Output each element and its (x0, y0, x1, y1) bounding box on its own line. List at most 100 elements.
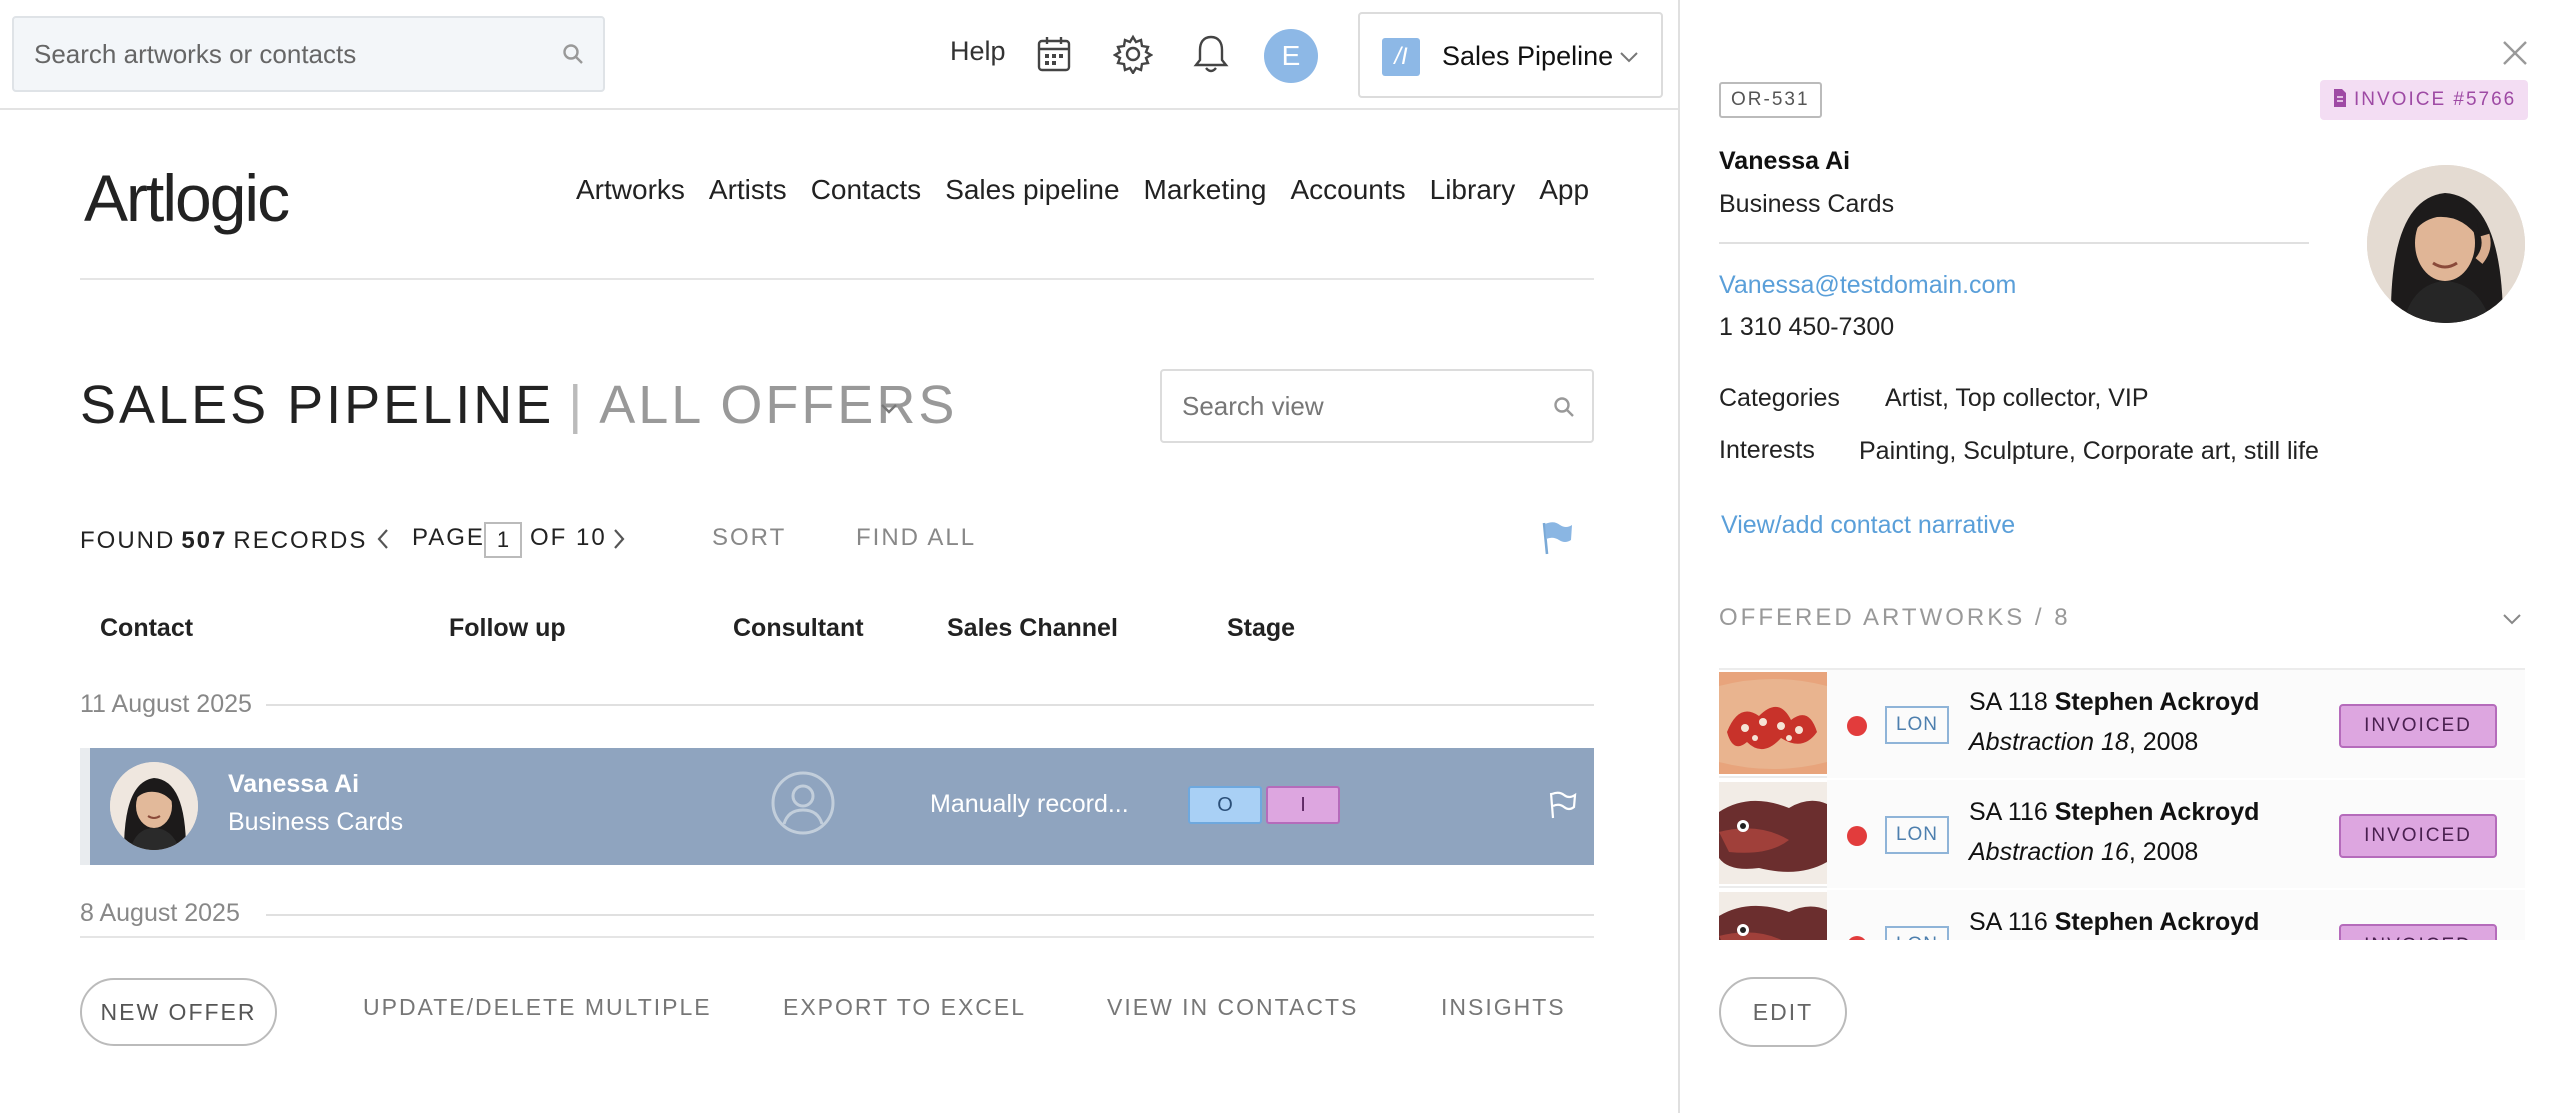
date-group-label: 11 August 2025 (80, 690, 252, 718)
chevron-right-icon[interactable] (612, 528, 626, 555)
search-icon (561, 42, 585, 71)
artwork-row[interactable]: LON SA 116 Stephen Ackroyd Abstraction 1… (1719, 780, 2525, 888)
edit-button[interactable]: EDIT (1719, 977, 1847, 1047)
new-offer-button[interactable]: NEW OFFER (80, 978, 277, 1046)
invoice-number: INVOICE #5766 (2354, 89, 2517, 110)
search-icon (1552, 395, 1576, 424)
offered-artworks-list: LON SA 118 Stephen Ackroyd Abstraction 1… (1719, 668, 2525, 940)
global-search-input[interactable]: Search artworks or contacts (12, 16, 605, 92)
find-all-button[interactable]: FIND ALL (856, 524, 976, 552)
column-header-consultant[interactable]: Consultant (733, 614, 864, 643)
invoiced-status-badge[interactable]: INVOICED (2339, 924, 2497, 940)
title-separator: | (568, 375, 586, 435)
chevron-down-icon[interactable] (880, 402, 898, 420)
calendar-icon[interactable] (1036, 34, 1072, 79)
flag-icon[interactable] (1540, 520, 1574, 561)
nav-contacts[interactable]: Contacts (811, 174, 922, 206)
artwork-title-year: Abstraction 16, 2008 (1969, 838, 2198, 867)
help-link[interactable]: Help (950, 36, 1006, 67)
records-label: RECORDS (233, 527, 368, 554)
gear-icon[interactable] (1112, 34, 1154, 79)
divider (80, 936, 1594, 938)
sort-button[interactable]: SORT (712, 524, 786, 552)
artwork-ref-artist: SA 116 Stephen Ackroyd (1969, 908, 2259, 937)
status-dot (1847, 716, 1867, 736)
nav-app[interactable]: App (1539, 174, 1589, 206)
page-number-input[interactable]: 1 (484, 522, 522, 558)
invoice-badge[interactable]: INVOICE #5766 (2320, 80, 2529, 120)
invoiced-status-badge[interactable]: INVOICED (2339, 814, 2497, 858)
contact-name[interactable]: Vanessa Ai (228, 770, 359, 799)
artwork-artist: Stephen Ackroyd (2054, 688, 2260, 716)
table-row[interactable]: Vanessa Ai Business Cards Manually recor… (80, 748, 1594, 865)
location-badge: LON (1885, 706, 1949, 744)
divider (266, 704, 1594, 706)
location-badge: LON (1885, 816, 1949, 854)
user-avatar[interactable]: E (1264, 29, 1318, 83)
nav-marketing[interactable]: Marketing (1144, 174, 1267, 206)
offer-reference-badge: OR-531 (1719, 82, 1822, 118)
contact-narrative-link[interactable]: View/add contact narrative (1721, 511, 2015, 540)
artwork-artist: Stephen Ackroyd (2054, 798, 2260, 826)
artwork-thumbnail (1719, 782, 1827, 884)
column-header-stage[interactable]: Stage (1227, 614, 1295, 643)
update-delete-multiple-button[interactable]: UPDATE/DELETE MULTIPLE (363, 994, 712, 1021)
chevron-down-icon[interactable] (2502, 612, 2522, 631)
artwork-thumbnail (1719, 892, 1827, 940)
view-selector[interactable]: ALL OFFERS (599, 375, 957, 435)
search-view-placeholder: Search view (1182, 391, 1324, 421)
location-badge: LON (1885, 926, 1949, 940)
artwork-artist: Stephen Ackroyd (2054, 908, 2260, 936)
artwork-ref-artist: SA 116 Stephen Ackroyd (1969, 798, 2259, 827)
main-nav: Artworks Artists Contacts Sales pipeline… (576, 174, 1613, 206)
insights-button[interactable]: INSIGHTS (1441, 994, 1566, 1021)
export-to-excel-button[interactable]: EXPORT TO EXCEL (783, 994, 1026, 1021)
artwork-row[interactable]: LON SA 118 Stephen Ackroyd Abstraction 1… (1719, 670, 2525, 778)
artlogic-logo[interactable]: Artlogic (84, 160, 290, 236)
view-in-contacts-button[interactable]: VIEW IN CONTACTS (1107, 994, 1358, 1021)
nav-artworks[interactable]: Artworks (576, 174, 685, 206)
bell-icon[interactable] (1193, 33, 1229, 80)
contact-name[interactable]: Vanessa Ai (1719, 147, 1850, 176)
sales-channel-value: Manually record... (930, 790, 1129, 818)
module-label: Sales Pipeline (1442, 41, 1614, 71)
artwork-year: , 2008 (2128, 838, 2199, 866)
column-header-follow-up[interactable]: Follow up (449, 614, 566, 643)
contact-phone: 1 310 450-7300 (1719, 313, 1895, 341)
user-placeholder-icon (770, 770, 836, 841)
nav-library[interactable]: Library (1430, 174, 1516, 206)
invoiced-status-badge[interactable]: INVOICED (2339, 704, 2497, 748)
invoice-doc-icon (2334, 89, 2346, 107)
search-view-input[interactable]: Search view (1160, 369, 1594, 443)
page-title: SALES PIPELINE | ALL OFFERS (80, 374, 957, 436)
record-count: 507 (181, 527, 228, 554)
nav-accounts[interactable]: Accounts (1290, 174, 1405, 206)
divider (1719, 242, 2309, 244)
module-switcher[interactable]: /I Sales Pipeline (1358, 12, 1663, 98)
page-title-main: SALES PIPELINE (80, 375, 555, 435)
stage-offered-badge[interactable]: O (1188, 786, 1262, 824)
records-count: FOUND 507 RECORDS (80, 524, 367, 558)
avatar (110, 762, 198, 850)
stage-invoiced-badge[interactable]: I (1266, 786, 1340, 824)
module-logo-icon: /I (1382, 38, 1420, 76)
page-label: PAGE (412, 524, 485, 551)
offered-artworks-header[interactable]: OFFERED ARTWORKS / 8 (1719, 604, 2071, 632)
artwork-thumbnail (1719, 672, 1827, 774)
divider (266, 914, 1594, 916)
interests-label: Interests (1719, 436, 1815, 464)
chevron-left-icon[interactable] (376, 528, 390, 555)
nav-sales-pipeline[interactable]: Sales pipeline (945, 174, 1119, 206)
column-header-sales-channel[interactable]: Sales Channel (947, 614, 1118, 643)
close-icon[interactable] (2500, 38, 2530, 73)
artwork-row[interactable]: LON SA 116 Stephen Ackroyd INVOICED (1719, 890, 2525, 940)
categories-label: Categories (1719, 384, 1840, 412)
column-header-contact[interactable]: Contact (100, 614, 193, 643)
contact-email-link[interactable]: Vanessa@testdomain.com (1719, 271, 2016, 300)
artwork-ref: SA 118 (1969, 688, 2048, 716)
nav-artists[interactable]: Artists (709, 174, 787, 206)
contact-org: Business Cards (1719, 190, 1895, 218)
flag-icon[interactable] (1548, 790, 1578, 825)
artwork-title: Abstraction 18 (1969, 728, 2129, 756)
contact-org: Business Cards (228, 808, 404, 836)
